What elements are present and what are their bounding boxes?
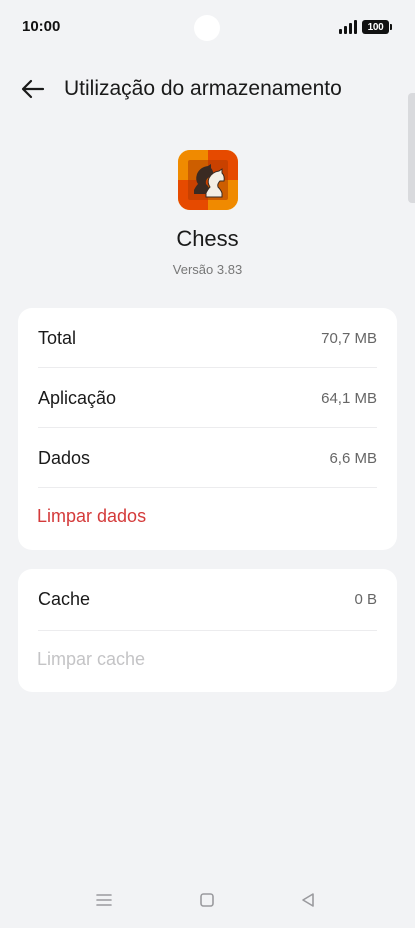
back-nav-icon[interactable] [298, 890, 318, 910]
storage-row-total: Total 70,7 MB [38, 308, 377, 368]
row-label: Aplicação [38, 388, 117, 408]
row-value: 0 B [354, 591, 377, 608]
app-version: Versão 3.83 [172, 262, 243, 277]
storage-row-app: Aplicação 64,1 MB [38, 368, 377, 428]
page-title: Utilização do armazenamento [64, 77, 342, 100]
signal-icon [339, 20, 357, 34]
chess-app-icon [177, 150, 238, 210]
storage-card: Total 70,7 MB Aplicação 64,1 MB Dados 6,… [18, 308, 397, 550]
row-label: Total [38, 328, 77, 348]
battery-level: 100 [367, 21, 384, 33]
app-name: Chess [176, 226, 239, 251]
clear-data-button[interactable]: Limpar dados [37, 488, 378, 546]
cache-card: Cache 0 B Limpar cache [18, 569, 397, 692]
home-nav-icon[interactable] [197, 890, 217, 910]
back-arrow-icon[interactable] [20, 76, 46, 102]
status-time: 10:00 [22, 18, 61, 35]
storage-row-data: Dados 6,6 MB [38, 428, 377, 488]
navigation-bar [0, 872, 415, 928]
row-value: 70,7 MB [321, 330, 377, 347]
battery-icon: 100 [362, 20, 392, 34]
row-value: 64,1 MB [321, 390, 377, 407]
row-label: Cache [38, 589, 91, 609]
row-label: Dados [38, 448, 91, 468]
app-bar: Utilização do armazenamento [0, 66, 415, 114]
menu-nav-icon[interactable] [94, 890, 114, 910]
row-value: 6,6 MB [329, 450, 377, 467]
app-info: Chess Versão 3.83 [0, 150, 415, 277]
clear-data-label: Limpar dados [37, 506, 147, 526]
cache-row: Cache 0 B [38, 569, 377, 631]
clear-cache-label: Limpar cache [37, 649, 146, 669]
clear-cache-button[interactable]: Limpar cache [37, 631, 378, 689]
status-bar: 10:00 100 [0, 0, 415, 56]
front-camera [194, 15, 220, 41]
